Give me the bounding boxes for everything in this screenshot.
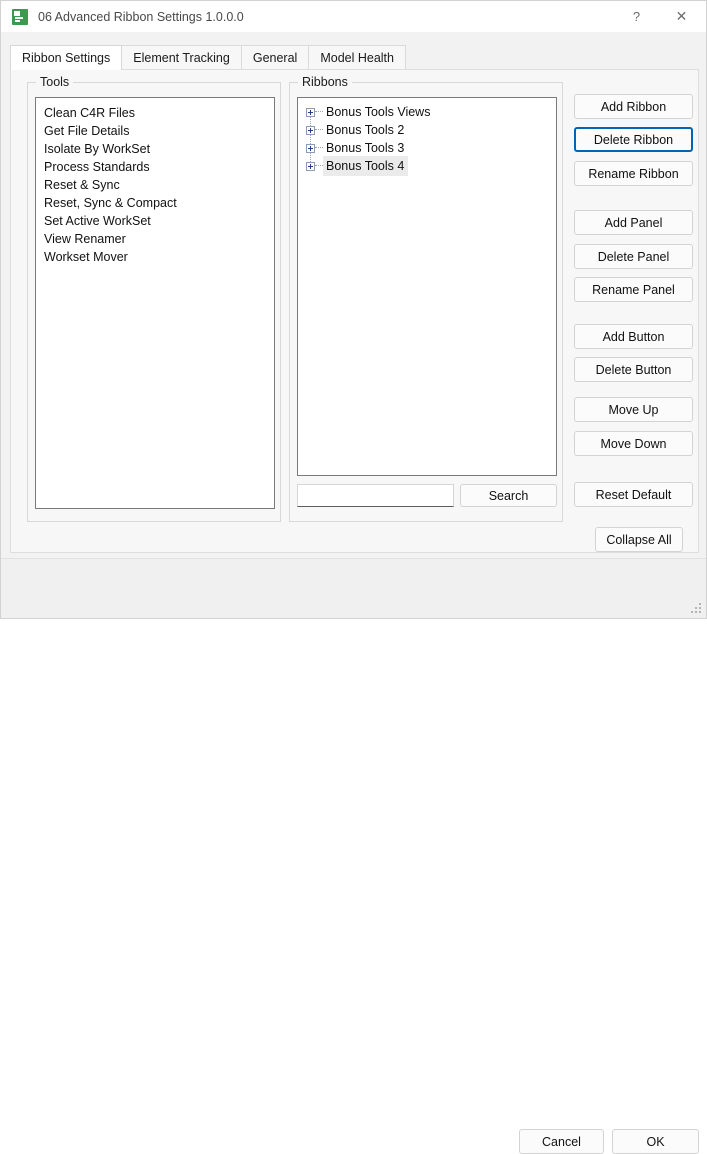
add-ribbon-button[interactable]: Add Ribbon [574,94,693,119]
delete-panel-button[interactable]: Delete Panel [574,244,693,269]
resize-grip-icon[interactable] [691,603,703,615]
move-up-button[interactable]: Move Up [574,397,693,422]
list-item[interactable]: Workset Mover [36,248,274,266]
ribbons-group: Ribbons Bonus Tools Views Bonus Tools 2 [289,82,563,522]
tree-item-label: Bonus Tools 4 [323,156,408,176]
close-icon[interactable]: ✕ [659,1,704,32]
rename-panel-button[interactable]: Rename Panel [574,277,693,302]
list-item[interactable]: Process Standards [36,158,274,176]
footer-bar: Cancel OK [1,559,706,618]
tree-connector-icon [315,165,323,167]
plus-icon[interactable] [306,162,315,171]
collapse-all-button[interactable]: Collapse All [595,527,683,552]
reset-default-button[interactable]: Reset Default [574,482,693,507]
app-icon [12,9,28,25]
plus-icon[interactable] [306,108,315,117]
cancel-button[interactable]: Cancel [519,1129,604,1154]
ribbons-group-label: Ribbons [298,75,352,89]
list-item[interactable]: Isolate By WorkSet [36,140,274,158]
add-panel-button[interactable]: Add Panel [574,210,693,235]
tree-connector-icon [315,129,323,131]
tools-list[interactable]: Clean C4R Files Get File Details Isolate… [35,97,275,509]
delete-ribbon-button[interactable]: Delete Ribbon [574,127,693,152]
tree-item[interactable]: Bonus Tools 3 [298,139,556,157]
tree-item[interactable]: Bonus Tools 4 [298,157,556,175]
ribbons-tree[interactable]: Bonus Tools Views Bonus Tools 2 Bonus To… [297,97,557,476]
tools-group: Tools Clean C4R Files Get File Details I… [27,82,281,522]
plus-icon[interactable] [306,126,315,135]
add-button-button[interactable]: Add Button [574,324,693,349]
tab-ribbon-settings[interactable]: Ribbon Settings [10,45,122,70]
ok-button[interactable]: OK [612,1129,699,1154]
tree-connector-icon [315,111,323,113]
tab-strip: Ribbon Settings Element Tracking General… [10,45,700,70]
list-item[interactable]: Get File Details [36,122,274,140]
tree-item-label: Bonus Tools 2 [323,120,408,140]
help-icon[interactable]: ? [614,1,659,32]
list-item[interactable]: Clean C4R Files [36,104,274,122]
list-item[interactable]: Reset, Sync & Compact [36,194,274,212]
delete-button-button[interactable]: Delete Button [574,357,693,382]
search-input[interactable] [297,484,454,507]
tools-group-label: Tools [36,75,73,89]
tab-element-tracking[interactable]: Element Tracking [121,45,242,70]
rename-ribbon-button[interactable]: Rename Ribbon [574,161,693,186]
search-button[interactable]: Search [460,484,557,507]
tree-item-label: Bonus Tools Views [323,102,434,122]
tree-item-label: Bonus Tools 3 [323,138,408,158]
tab-model-health[interactable]: Model Health [308,45,406,70]
tab-page-ribbon-settings: Tools Clean C4R Files Get File Details I… [10,69,699,553]
list-item[interactable]: Reset & Sync [36,176,274,194]
list-item[interactable]: Set Active WorkSet [36,212,274,230]
tree-item[interactable]: Bonus Tools 2 [298,121,556,139]
plus-icon[interactable] [306,144,315,153]
list-item[interactable]: View Renamer [36,230,274,248]
tab-general[interactable]: General [241,45,309,70]
move-down-button[interactable]: Move Down [574,431,693,456]
title-bar: 06 Advanced Ribbon Settings 1.0.0.0 ? ✕ [1,1,706,32]
dialog-window: 06 Advanced Ribbon Settings 1.0.0.0 ? ✕ … [0,0,707,619]
window-title: 06 Advanced Ribbon Settings 1.0.0.0 [38,10,244,24]
tree-item[interactable]: Bonus Tools Views [298,103,556,121]
tree-connector-icon [315,147,323,149]
